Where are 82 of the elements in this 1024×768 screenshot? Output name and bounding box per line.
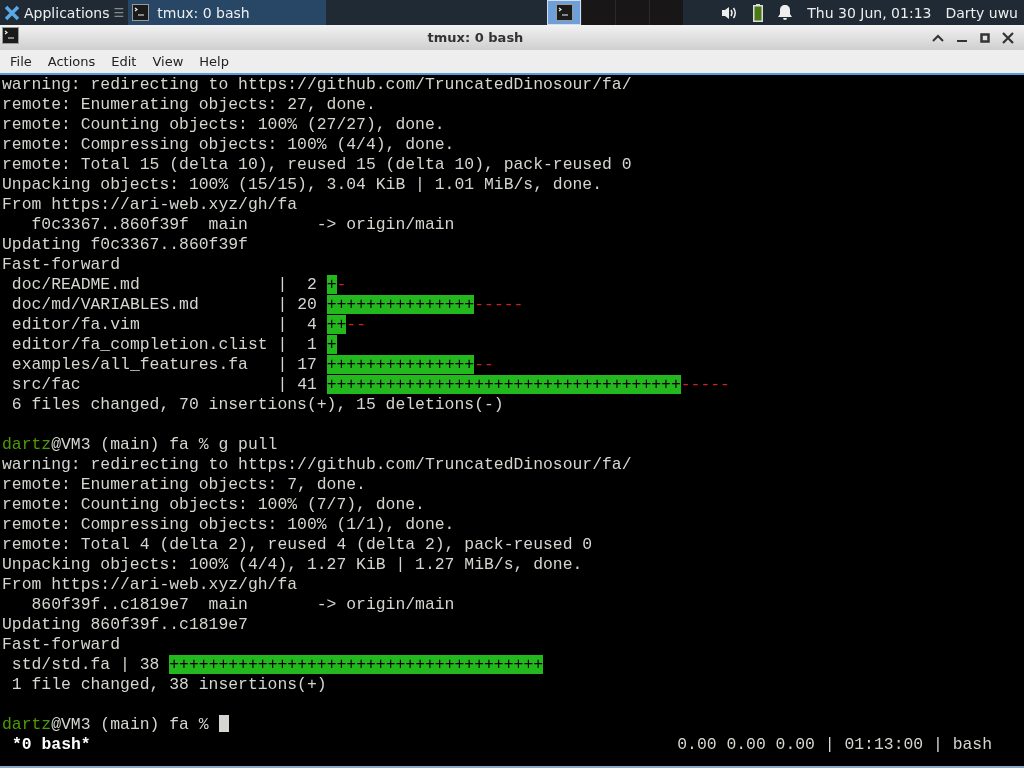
terminal-icon — [132, 4, 150, 21]
battery-icon[interactable] — [753, 3, 764, 22]
insertions-bar: ++ — [326, 315, 347, 334]
terminal-line: warning: redirecting to https://github.com/TruncatedDinosour/fa/ — [2, 455, 632, 475]
menu-item[interactable]: View — [144, 54, 192, 69]
deletions-text: -- — [474, 355, 494, 374]
separator: | — [277, 295, 288, 314]
menu-item[interactable]: File — [2, 54, 40, 69]
terminal-line: From https://ari-web.xyz/gh/fa — [2, 195, 298, 215]
shade-button[interactable] — [932, 32, 944, 43]
insertions-bar: + — [326, 275, 337, 294]
separator-glyph: ☰ — [113, 5, 125, 20]
prompt-text: @VM3 (main) fa % — [51, 715, 209, 734]
window-title: tmux: 0 bash — [426, 30, 525, 45]
prompt-user: dartz — [2, 435, 52, 454]
terminal-line: Fast-forward — [2, 255, 121, 275]
applications-menu[interactable]: Applications — [0, 0, 114, 25]
terminal-line: Unpacking objects: 100% (15/15), 3.04 KiB | 1.01 MiB/s, done. — [2, 175, 602, 195]
terminal-line: Fast-forward — [2, 635, 121, 655]
insertions-bar: ++++++++++++++++++++++++++++++++++++ — [326, 375, 681, 394]
separator: | — [277, 315, 288, 334]
terminal-line: Updating 860f39f..c1819e7 — [2, 615, 248, 635]
x-logo-icon — [4, 4, 20, 21]
file-name: editor/fa_completion.clist — [11, 335, 268, 354]
file-name: doc/README.md — [11, 275, 140, 294]
terminal-line: remote: Enumerating objects: 7, done. — [2, 475, 366, 495]
change-count: 41 — [297, 375, 317, 394]
change-count: 2 — [306, 275, 317, 294]
change-count: 1 — [306, 335, 317, 354]
bell-icon[interactable] — [777, 4, 794, 21]
menu-item[interactable]: Help — [191, 54, 237, 69]
separator: | — [277, 375, 288, 394]
separator: | — [120, 655, 130, 674]
terminal-line: 860f39f..c1819e7 main -> origin/main — [30, 595, 455, 615]
insertions-bar: +++++++++++++++ — [326, 295, 475, 314]
separator: | — [277, 355, 288, 374]
separator: | — [277, 275, 288, 294]
terminal-line: remote: Counting objects: 100% (7/7), done. — [2, 495, 425, 515]
terminal-line: remote: Total 4 (delta 2), reused 4 (delta 2), pack-reused 0 — [2, 535, 593, 555]
change-count: 20 — [297, 295, 317, 314]
file-name: std/std.fa — [11, 655, 111, 674]
insertions-bar: ++++++++++++++++++++++++++++++++++++++ — [169, 655, 544, 674]
menu-item[interactable]: Edit — [103, 54, 145, 69]
terminal-line: remote: Counting objects: 100% (27/27), done. — [2, 115, 445, 135]
separator: | — [277, 335, 288, 354]
file-name: doc/md/VARIABLES.md — [11, 295, 199, 314]
clock[interactable]: Thu 30 Jun, 01:13 — [807, 4, 932, 21]
prompt-text: @VM3 (main) fa % g pull — [51, 435, 278, 454]
close-button[interactable] — [1002, 31, 1014, 44]
tmux-window-tab[interactable]: *0 bash* — [12, 735, 91, 755]
insertions-bar: + — [326, 335, 337, 354]
maximize-button[interactable] — [980, 32, 990, 43]
applications-label: Applications — [24, 4, 110, 21]
terminal-line: Updating f0c3367..860f39f — [2, 235, 248, 255]
terminal-line: Unpacking objects: 100% (4/4), 1.27 KiB | 1.27 MiB/s, done. — [2, 555, 583, 575]
terminal-icon — [555, 4, 573, 21]
terminal-line: warning: redirecting to https://github.com/TruncatedDinosour/fa/ — [2, 75, 632, 95]
change-count: 38 — [139, 655, 160, 674]
terminal-icon — [2, 27, 19, 44]
terminal-line: From https://ari-web.xyz/gh/fa — [2, 575, 298, 595]
deletions-text: ----- — [474, 295, 524, 314]
terminal-line: remote: Total 15 (delta 10), reused 15 (delta 10), pack-reused 0 — [2, 155, 632, 175]
terminal-line: 1 file changed, 38 insertions(+) — [10, 675, 327, 695]
terminal-line: 6 files changed, 70 insertions(+), 15 deletions(-) — [10, 395, 504, 415]
insertions-bar: +++++++++++++++ — [326, 355, 475, 374]
terminal-line: remote: Compressing objects: 100% (4/4), done. — [2, 135, 455, 155]
terminal-line: remote: Enumerating objects: 27, done. — [2, 95, 376, 115]
taskbar-task[interactable]: tmux: 0 bash — [128, 0, 327, 25]
change-count: 17 — [297, 355, 317, 374]
terminal-line: remote: Compressing objects: 100% (1/1), done. — [2, 515, 455, 535]
menu-item[interactable]: Actions — [39, 54, 104, 69]
deletions-text: ----- — [680, 375, 730, 394]
file-name: examples/all_features.fa — [11, 355, 248, 374]
change-count: 4 — [306, 315, 317, 334]
terminal-line: f0c3367..860f39f main -> origin/main — [30, 215, 455, 235]
user-name[interactable]: Darty uwu — [945, 4, 1018, 21]
deletions-text: -- — [346, 315, 367, 334]
deletions-text: - — [336, 275, 347, 294]
file-name: editor/fa.vim — [11, 315, 140, 334]
tmux-status: 0.00 0.00 0.00 | 01:13:00 | bash — [677, 735, 992, 755]
file-name: src/fac — [11, 375, 81, 394]
prompt-user: dartz — [2, 715, 52, 734]
